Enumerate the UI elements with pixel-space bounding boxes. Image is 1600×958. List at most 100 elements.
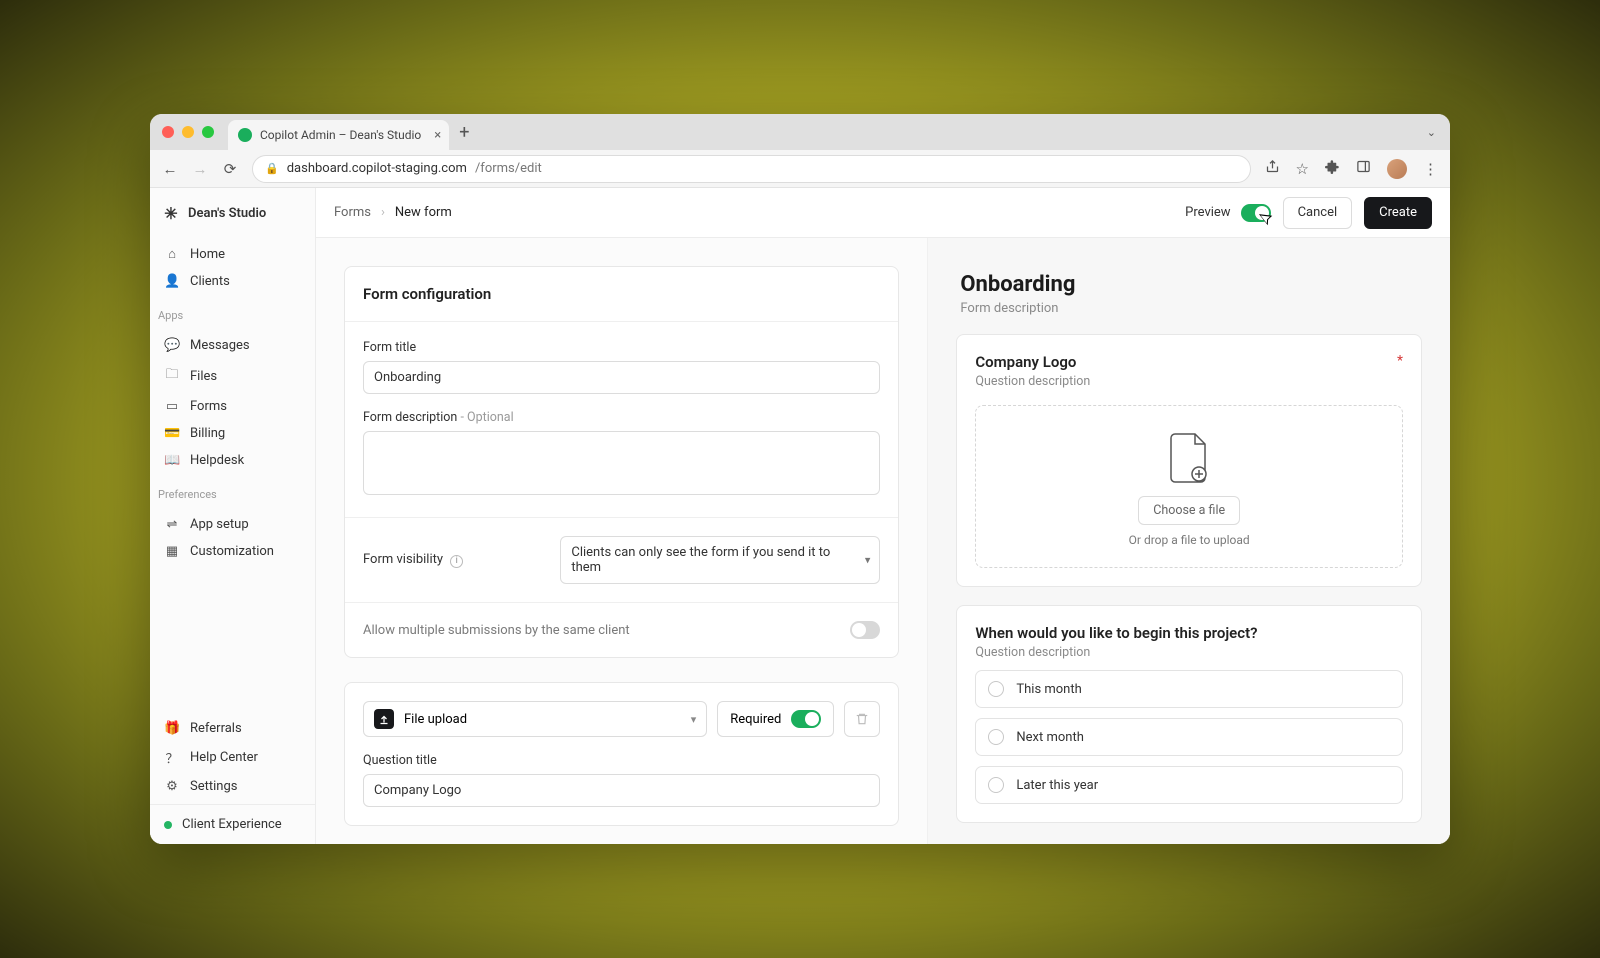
sidebar-item-files[interactable]: 🗀 Files xyxy=(156,359,309,393)
file-dropzone[interactable]: Choose a file Or drop a file to upload xyxy=(975,405,1403,568)
cursor-icon xyxy=(1255,207,1280,235)
browser-menu-icon[interactable]: ⋮ xyxy=(1423,160,1438,178)
sidebar-item-customization[interactable]: ▦ Customization xyxy=(156,538,309,565)
browser-tab-strip: Copilot Admin – Dean's Studio × + ⌄ xyxy=(150,114,1450,150)
new-tab-button[interactable]: + xyxy=(459,122,469,143)
sidebar-item-label: App setup xyxy=(190,517,249,532)
sidebar-heading-prefs: Preferences xyxy=(150,478,315,507)
browser-toolbar: ← → ⟳ 🔒 dashboard.copilot-staging.com/fo… xyxy=(150,150,1450,188)
sidebar-item-billing[interactable]: 💳 Billing xyxy=(156,420,309,447)
nav-back-icon[interactable]: ← xyxy=(162,160,178,178)
required-toggle[interactable] xyxy=(791,710,821,728)
browser-tab[interactable]: Copilot Admin – Dean's Studio × xyxy=(228,120,449,150)
radio-label: Later this year xyxy=(1016,778,1098,793)
sidebar-item-label: Clients xyxy=(190,274,230,289)
form-icon: ▭ xyxy=(164,399,180,414)
home-icon: ⌂ xyxy=(164,246,180,262)
profile-avatar[interactable] xyxy=(1387,159,1407,179)
preview-q1-title: Company Logo xyxy=(975,353,1090,371)
chevron-down-icon: ▾ xyxy=(865,554,871,567)
radio-label: This month xyxy=(1016,682,1081,697)
sidepanel-icon[interactable] xyxy=(1356,159,1371,178)
workspace-switcher[interactable]: ✳ Dean's Studio xyxy=(150,188,315,236)
nav-forward-icon[interactable]: → xyxy=(192,160,208,178)
sidebar-item-label: Billing xyxy=(190,426,225,441)
sidebar-item-label: Helpdesk xyxy=(190,453,244,468)
allow-multiple-toggle[interactable] xyxy=(850,621,880,639)
form-visibility-select[interactable]: Clients can only see the form if you sen… xyxy=(560,536,880,584)
browser-actions: ☆ ⋮ xyxy=(1265,159,1438,179)
extensions-icon[interactable] xyxy=(1325,159,1340,178)
form-title-label: Form title xyxy=(363,340,880,355)
preview-question-upload: Company Logo Question description * xyxy=(956,334,1422,587)
sidebar-item-label: Files xyxy=(190,369,217,384)
radio-icon xyxy=(988,729,1004,745)
question-title-input[interactable] xyxy=(363,774,880,807)
choose-file-button[interactable]: Choose a file xyxy=(1138,496,1240,525)
sidebar-client-experience[interactable]: Client Experience xyxy=(150,804,315,844)
bookmark-star-icon[interactable]: ☆ xyxy=(1296,160,1309,178)
address-bar[interactable]: 🔒 dashboard.copilot-staging.com/forms/ed… xyxy=(252,155,1251,183)
sidebar-item-helpdesk[interactable]: 📖 Helpdesk xyxy=(156,447,309,474)
allow-multiple-label: Allow multiple submissions by the same c… xyxy=(363,623,630,638)
radio-option[interactable]: Next month xyxy=(975,718,1403,756)
sidebar-item-home[interactable]: ⌂ Home xyxy=(156,240,309,268)
form-config-card: Form configuration Form title Form descr… xyxy=(344,266,899,658)
message-icon: 💬 xyxy=(164,338,180,353)
main: Forms › New form Preview Cancel Create xyxy=(316,188,1450,844)
chevron-down-icon: ▾ xyxy=(691,713,697,726)
workspace-name: Dean's Studio xyxy=(188,206,266,221)
gear-icon: ⚙ xyxy=(164,779,180,794)
delete-question-button[interactable] xyxy=(844,701,880,737)
question-type-select[interactable]: File upload ▾ xyxy=(363,701,707,737)
url-path: /forms/edit xyxy=(475,161,542,176)
tab-close-icon[interactable]: × xyxy=(434,128,441,143)
sidebar-item-app-setup[interactable]: ⇌ App setup xyxy=(156,511,309,538)
breadcrumb: Forms › New form xyxy=(334,205,452,220)
cancel-button[interactable]: Cancel xyxy=(1283,197,1353,229)
form-title-input[interactable] xyxy=(363,361,880,394)
window-zoom-icon[interactable] xyxy=(202,126,214,138)
create-button[interactable]: Create xyxy=(1364,197,1432,229)
window-traffic-lights xyxy=(162,126,214,138)
required-indicator-icon: * xyxy=(1397,353,1403,369)
required-toggle-group: Required xyxy=(717,701,834,737)
share-icon[interactable] xyxy=(1265,159,1280,178)
form-config-title: Form configuration xyxy=(363,285,880,303)
preview-toggle-group: Preview xyxy=(1185,204,1270,222)
radio-icon xyxy=(988,681,1004,697)
preview-q2-title: When would you like to begin this projec… xyxy=(975,624,1403,642)
sidebar-item-messages[interactable]: 💬 Messages xyxy=(156,332,309,359)
folder-icon: 🗀 xyxy=(164,365,180,387)
preview-header: Onboarding Form description xyxy=(956,266,1422,334)
client-experience-label: Client Experience xyxy=(182,817,282,832)
sliders-icon: ⇌ xyxy=(164,517,180,532)
radio-option[interactable]: Later this year xyxy=(975,766,1403,804)
lock-icon: 🔒 xyxy=(265,162,279,175)
browser-window: Copilot Admin – Dean's Studio × + ⌄ ← → … xyxy=(150,114,1450,844)
url-host: dashboard.copilot-staging.com xyxy=(287,161,467,176)
tabs-overflow-icon[interactable]: ⌄ xyxy=(1427,126,1436,139)
builder-column: Form configuration Form title Form descr… xyxy=(316,238,928,844)
sidebar: ✳ Dean's Studio ⌂ Home 👤 Clients Apps 💬 … xyxy=(150,188,316,844)
tab-title: Copilot Admin – Dean's Studio xyxy=(260,128,421,142)
sidebar-item-forms[interactable]: ▭ Forms xyxy=(156,393,309,420)
info-icon[interactable]: i xyxy=(450,555,463,568)
sidebar-item-settings[interactable]: ⚙ Settings xyxy=(156,773,309,800)
favicon-icon xyxy=(238,128,252,142)
sidebar-item-referrals[interactable]: 🎁 Referrals xyxy=(156,715,309,742)
topbar: Forms › New form Preview Cancel Create xyxy=(316,188,1450,238)
radio-option[interactable]: This month xyxy=(975,670,1403,708)
window-minimize-icon[interactable] xyxy=(182,126,194,138)
breadcrumb-root[interactable]: Forms xyxy=(334,205,371,220)
form-description-input[interactable] xyxy=(363,431,880,495)
sidebar-item-label: Messages xyxy=(190,338,250,353)
sidebar-item-help-center[interactable]: ？ Help Center xyxy=(156,742,309,773)
preview-label: Preview xyxy=(1185,205,1230,220)
sidebar-item-clients[interactable]: 👤 Clients xyxy=(156,268,309,295)
book-icon: 📖 xyxy=(164,453,180,468)
form-visibility-value: Clients can only see the form if you sen… xyxy=(560,536,880,584)
window-close-icon[interactable] xyxy=(162,126,174,138)
nav-reload-icon[interactable]: ⟳ xyxy=(222,160,238,178)
radio-icon xyxy=(988,777,1004,793)
